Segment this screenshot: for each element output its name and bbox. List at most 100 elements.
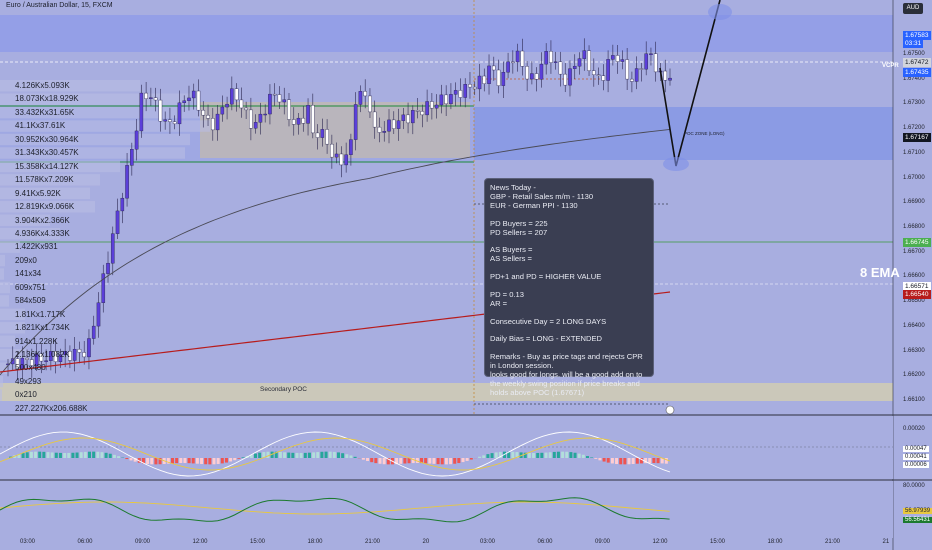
macd-histogram-bar — [291, 452, 295, 458]
macd-histogram-bar — [548, 452, 552, 458]
note-line: Daily Bias = LONG - EXTENDED — [490, 334, 603, 344]
chart-canvas[interactable] — [0, 0, 932, 550]
macd-histogram-bar — [183, 458, 187, 464]
macd-histogram-bar — [295, 452, 299, 458]
candle-body — [234, 88, 239, 101]
macd-histogram-bar — [444, 458, 448, 465]
macd-histogram-bar — [171, 458, 174, 464]
candle-body — [134, 130, 139, 150]
candle-body — [325, 129, 329, 145]
macd-histogram-bar — [586, 456, 589, 458]
time-tick-label: 12:00 — [192, 539, 208, 545]
candle-body — [311, 105, 315, 134]
macd-histogram-bar — [602, 458, 606, 462]
candle-body — [596, 74, 601, 76]
candle-body — [525, 66, 529, 80]
volume-profile-label: 9.41Kx5.92K — [15, 188, 61, 198]
candle-body — [244, 107, 248, 111]
candle-body — [496, 69, 501, 86]
candle-body — [239, 99, 244, 109]
volume-profile-label: 0x210 — [15, 390, 37, 400]
volume-profile-bar — [0, 335, 15, 347]
price-tick-label: 1.67500 — [903, 51, 925, 57]
candle-body — [96, 302, 101, 327]
macd-histogram-bar — [664, 458, 668, 464]
candle-body — [349, 139, 353, 155]
macd-histogram-bar — [191, 458, 195, 464]
price-tick-label: 1.67200 — [903, 125, 925, 132]
value-box — [200, 102, 470, 158]
macd-histogram-bar — [204, 458, 208, 465]
note-line: AR = — [490, 298, 508, 308]
candle-body — [368, 95, 372, 113]
candle-body — [382, 131, 387, 133]
time-tick-label: 21:00 — [365, 539, 381, 545]
note-line: PD = 0.13 — [490, 289, 524, 299]
macd-histogram-bar — [88, 451, 91, 458]
macd-histogram-bar — [38, 451, 42, 458]
candle-body — [177, 102, 182, 125]
macd-histogram-bar — [254, 453, 257, 458]
macd-histogram-bar — [150, 458, 154, 465]
macd-histogram-bar — [648, 458, 652, 464]
macd-histogram-bar — [565, 451, 569, 458]
candle-body — [415, 110, 420, 112]
candle-body — [625, 59, 629, 80]
volume-profile-bar — [0, 254, 5, 267]
currency-button[interactable]: AUD — [903, 3, 923, 14]
candle-body — [287, 99, 291, 120]
macd-histogram-bar — [341, 453, 345, 458]
note-line: AS Sellers = — [490, 254, 532, 264]
macd-histogram-bar — [46, 452, 50, 458]
candle-body — [272, 93, 277, 96]
macd-histogram-bar — [233, 458, 237, 461]
candle-body — [444, 94, 448, 105]
candle-body — [587, 50, 591, 71]
candle-body — [634, 68, 639, 82]
candle-body — [139, 92, 144, 132]
price-tick-label: 1.67000 — [903, 174, 925, 181]
candle-body — [291, 119, 296, 125]
time-tick-label: 09:00 — [595, 539, 611, 545]
candle-body — [539, 63, 544, 80]
macd-histogram-bar — [29, 451, 33, 458]
poc-zone-label: POC ZONE (LONG) — [684, 131, 725, 136]
candle-body — [153, 97, 158, 101]
macd-histogram-bar — [482, 455, 486, 458]
candle-body — [620, 59, 625, 62]
candle-body — [87, 338, 91, 358]
trade-notes-box: News Today - GBP - Retail Sales m/m - 113… — [484, 178, 654, 397]
macd-histogram-bar — [25, 452, 29, 458]
candle-body — [372, 111, 377, 128]
candle-body — [601, 75, 606, 81]
candle-body — [534, 73, 539, 80]
time-tick-label: 12:00 — [652, 539, 668, 545]
price-tag: 1.67167 — [903, 133, 931, 142]
macd-histogram-bar — [224, 458, 228, 463]
candle-body — [582, 50, 587, 59]
candle-body — [91, 325, 96, 339]
macd-histogram-bar — [440, 458, 444, 465]
macd-histogram-bar — [378, 458, 382, 464]
volume-profile-bar — [0, 268, 4, 280]
macd-histogram-bar — [478, 456, 482, 458]
volume-profile-label: 4.936Kx4.333K — [15, 228, 70, 238]
price-tag: 1.66540 — [903, 290, 931, 299]
macd-histogram-bar — [349, 455, 353, 458]
macd-histogram-bar — [631, 458, 635, 465]
macd-histogram-bar — [312, 452, 316, 458]
candle-body — [353, 104, 358, 140]
macd-histogram-bar — [527, 452, 531, 458]
candle-body — [268, 93, 272, 115]
volume-profile-label: 1.422Kx931 — [15, 242, 58, 252]
candle-body — [215, 113, 220, 131]
volume-profile-label: 3.904Kx2.366K — [15, 215, 70, 225]
macd-histogram-bar — [453, 458, 457, 464]
candle-body — [344, 154, 348, 166]
candle-body — [391, 119, 396, 129]
candle-body — [149, 97, 153, 99]
candle-body — [72, 348, 77, 361]
macd-histogram-bar — [83, 451, 87, 458]
time-tick-label: 03:00 — [20, 539, 36, 545]
candle-body — [491, 65, 496, 71]
